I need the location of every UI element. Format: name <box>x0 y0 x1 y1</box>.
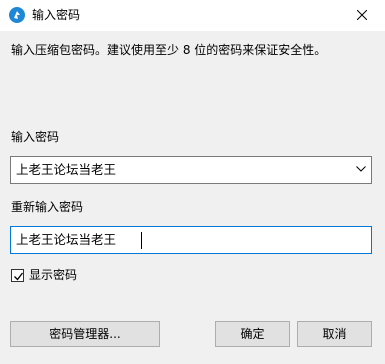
description-text: 输入压缩包密码。建议使用至少 8 位的密码来保证安全性。 <box>11 43 327 57</box>
show-password-checkbox[interactable] <box>11 269 24 282</box>
app-logo-icon <box>9 7 25 23</box>
password-value: 上老王论坛当老王 <box>16 162 117 177</box>
text-caret <box>141 232 142 249</box>
show-password-label[interactable]: 显示密码 <box>29 268 77 283</box>
chevron-down-icon[interactable] <box>356 166 366 172</box>
confirm-password-value: 上老王论坛当老王 <box>16 232 117 247</box>
dialog-body: 输入压缩包密码。建议使用至少 8 位的密码来保证安全性。 输入密码 上老王论坛当… <box>0 31 385 364</box>
window-title: 输入密码 <box>32 8 81 22</box>
password-combobox[interactable]: 上老王论坛当老王 <box>10 156 372 184</box>
confirm-password-label: 重新输入密码 <box>11 200 84 214</box>
close-icon <box>357 10 367 20</box>
checkmark-icon <box>14 272 24 281</box>
ok-button[interactable]: 确定 <box>215 321 290 347</box>
cancel-button[interactable]: 取消 <box>297 321 372 347</box>
title-bar: 输入密码 <box>0 0 385 31</box>
confirm-password-input[interactable]: 上老王论坛当老王 <box>10 226 372 254</box>
password-label: 输入密码 <box>11 130 60 144</box>
close-button[interactable] <box>339 0 385 31</box>
password-manager-button[interactable]: 密码管理器... <box>10 321 160 347</box>
